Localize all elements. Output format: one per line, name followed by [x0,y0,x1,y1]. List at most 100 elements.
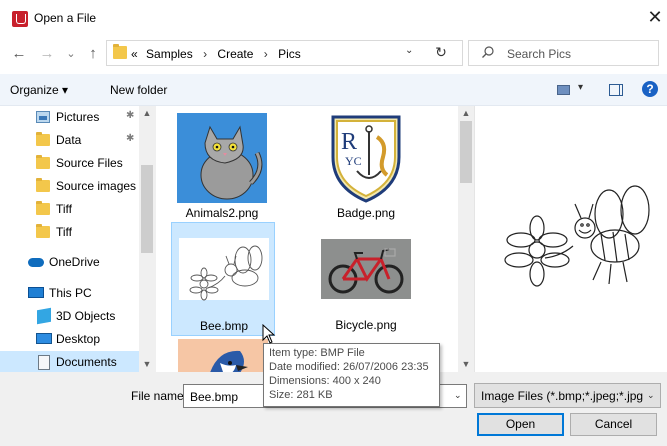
file-item-badge[interactable]: R YC Badge.png [314,110,418,224]
badge-thumbnail: R YC [321,113,411,203]
refresh-button[interactable]: ↻ [432,44,450,61]
file-type-filter-select[interactable]: Image Files (*.bmp;*.jpeg;*.jpg; ⌄ [474,383,661,408]
recent-locations-button[interactable]: ⌄ [62,45,80,63]
change-view-icon[interactable] [557,85,570,95]
sidebar-item-3d-objects[interactable]: 3D Objects [0,305,139,328]
onedrive-icon [28,258,44,267]
mouse-cursor-icon [262,324,276,344]
svg-text:YC: YC [345,154,362,168]
sidebar-item-label: Pictures [56,110,100,124]
file-name-label: Badge.png [336,206,396,220]
sidebar-scrollbar-thumb[interactable] [141,165,153,253]
bird-thumbnail [178,339,268,372]
tooltip-dimensions: Dimensions: 400 x 240 [269,375,381,387]
scroll-down-arrow[interactable]: ▼ [141,359,153,369]
file-list: Animals2.png R YC Badge.png Bee.bmp Bicy… [158,106,458,372]
sidebar-item-label: Documents [56,355,117,369]
file-name-label: Bicycle.png [335,318,397,332]
breadcrumb-separator[interactable]: › [264,47,268,61]
close-button[interactable]: ✕ [644,6,666,28]
search-placeholder: Search Pics [507,47,572,61]
breadcrumb-item-samples[interactable]: Samples [146,47,193,61]
scroll-up-arrow[interactable]: ▲ [141,108,153,118]
sidebar-item-label: This PC [49,286,92,300]
breadcrumb-separator[interactable]: › [203,47,207,61]
documents-icon [38,355,50,370]
preview-pane [474,106,667,372]
sidebar-item-source-files[interactable]: Source Files [0,152,139,175]
address-bar[interactable]: « Samples › Create › Pics ⌄ ↻ [106,40,463,66]
sidebar-item-label: 3D Objects [56,309,116,323]
organize-button[interactable]: Organize ▾ [10,83,68,97]
sidebar-item-source-images[interactable]: Source images [0,175,139,198]
breadcrumb-item-create[interactable]: Create [217,47,253,61]
bicycle-thumbnail [321,239,411,299]
this-pc-icon [28,287,44,298]
file-name-label: Bee.bmp [199,319,249,333]
file-name-label: Animals2.png [185,206,259,220]
scroll-down-arrow[interactable]: ▼ [460,359,472,369]
back-button[interactable]: ← [10,45,28,63]
sidebar-item-label: Tiff [56,202,73,216]
sidebar-item-this-pc[interactable]: This PC [0,282,139,305]
folder-icon [36,155,50,169]
app-icon [12,11,28,27]
file-info-tooltip: Item type: BMP File Date modified: 26/07… [263,343,440,407]
new-folder-button[interactable]: New folder [110,83,167,97]
breadcrumb-overflow[interactable]: « [131,47,138,61]
scroll-up-arrow[interactable]: ▲ [460,108,472,118]
sidebar-item-label: Data [56,133,82,147]
pin-icon: ✱ [126,110,135,121]
preview-pane-icon[interactable] [609,84,623,96]
sidebar-item-label: OneDrive [49,255,100,269]
sidebar-item-data[interactable]: Data ✱ [0,129,139,152]
tooltip-item-type: Item type: BMP File [269,347,365,359]
cat-thumbnail [177,113,267,203]
sidebar-item-desktop[interactable]: Desktop [0,328,139,351]
sidebar-item-tiff[interactable]: Tiff [0,221,139,244]
folder-icon [113,44,127,59]
open-button[interactable]: Open [477,413,564,436]
view-options-dropdown[interactable]: ▾ [578,82,583,93]
folder-icon [36,132,50,146]
sidebar-item-documents[interactable]: Documents [0,351,139,372]
search-box[interactable]: Search Pics [468,40,659,66]
title-bar: Open a File ✕ [0,0,667,36]
sidebar-item-label: Tiff [56,225,73,239]
sidebar-item-label: Desktop [56,332,101,346]
folder-icon [36,178,50,192]
file-item-bird[interactable] [171,336,275,372]
sidebar-item-pictures[interactable]: Pictures ✱ [0,106,139,129]
3d-objects-icon [37,307,51,325]
sidebar-item-onedrive[interactable]: OneDrive [0,251,139,274]
sidebar-item-tiff[interactable]: Tiff [0,198,139,221]
file-item-bicycle[interactable]: Bicycle.png [314,222,418,336]
up-button[interactable]: ↑ [84,45,102,63]
cancel-button[interactable]: Cancel [570,413,657,436]
pin-icon: ✱ [126,133,135,144]
bee-preview-image [504,185,650,287]
desktop-icon [36,333,52,344]
file-name-label: File name: [131,389,188,403]
bee-thumbnail [179,238,269,301]
file-type-filter-value: Image Files (*.bmp;*.jpeg;*.jpg; [481,389,643,403]
pictures-icon [36,111,50,123]
tooltip-date-modified: Date modified: 26/07/2006 23:35 [269,361,429,373]
svg-text:R: R [341,129,357,155]
file-item-animals2[interactable]: Animals2.png [170,110,274,224]
breadcrumb-item-pics[interactable]: Pics [278,47,301,61]
help-icon[interactable]: ? [642,81,658,97]
window-title: Open a File [34,11,97,25]
folder-icon [36,201,50,215]
address-dropdown-button[interactable]: ⌄ [405,45,419,56]
breadcrumb: « Samples › Create › Pics [131,47,301,61]
file-name-dropdown-button[interactable]: ⌄ [454,390,462,401]
search-icon [482,46,494,58]
sidebar-item-label: Source images [56,179,137,193]
file-item-bee[interactable]: Bee.bmp [171,222,275,336]
file-name-value: Bee.bmp [190,390,239,404]
sidebar-item-label: Source Files [56,156,123,170]
forward-button[interactable]: → [38,45,56,63]
tooltip-size: Size: 281 KB [269,389,333,401]
file-list-scrollbar-thumb[interactable] [460,121,472,183]
